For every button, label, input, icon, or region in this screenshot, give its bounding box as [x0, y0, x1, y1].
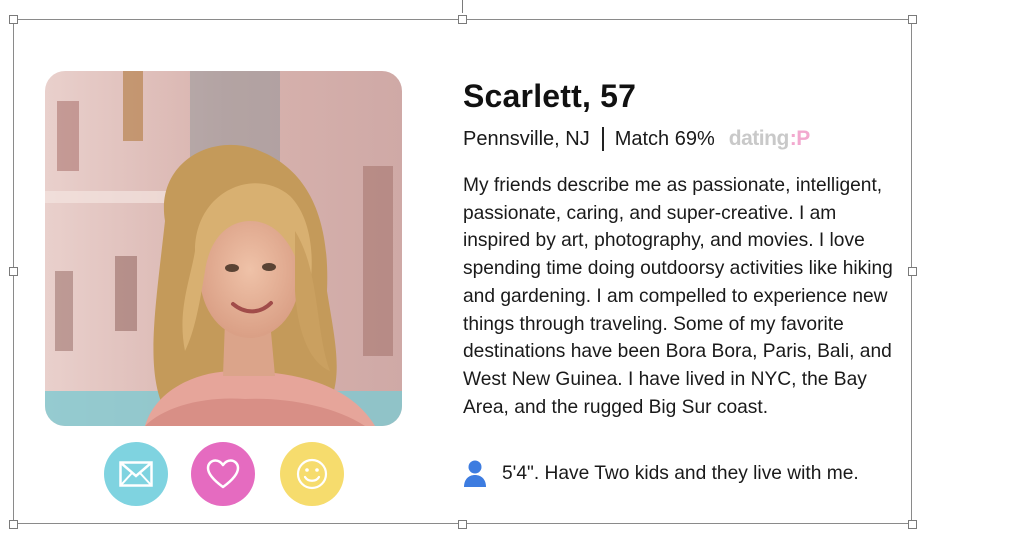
profile-info-text: 5'4". Have Two kids and they live with m… — [502, 463, 859, 484]
resize-handle-bottom-center[interactable] — [458, 520, 467, 529]
profile-meta-row: Pennsville, NJ Match 69% dating :P — [463, 124, 810, 154]
smiley-icon — [296, 458, 328, 490]
resize-handle-top-center[interactable] — [458, 15, 467, 24]
match-percentage: Match 69% — [614, 127, 715, 150]
heart-icon — [206, 459, 240, 489]
brand-logo-text: dating — [728, 127, 790, 150]
resize-handle-top-right[interactable] — [908, 15, 917, 24]
message-button[interactable] — [104, 442, 168, 506]
profile-name: Scarlett, 57 — [463, 78, 637, 114]
resize-handle-top-left[interactable] — [9, 15, 18, 24]
like-button[interactable] — [191, 442, 255, 506]
rotation-handle-stem — [462, 0, 463, 13]
divider — [601, 127, 604, 151]
brand-logo-suffix: :P — [789, 127, 811, 150]
resize-handle-bottom-right[interactable] — [908, 520, 917, 529]
resize-handle-middle-right[interactable] — [908, 267, 917, 276]
person-icon — [464, 460, 486, 487]
resize-handle-middle-left[interactable] — [9, 267, 18, 276]
slide-canvas: Scarlett, 57 Pennsville, NJ Match 69% da… — [0, 0, 1024, 558]
profile-photo — [45, 71, 402, 426]
brand-logo: dating :P — [728, 127, 811, 151]
resize-handle-bottom-left[interactable] — [9, 520, 18, 529]
profile-location: Pennsville, NJ — [463, 127, 590, 150]
profile-info-row: 5'4". Have Two kids and they live with m… — [463, 460, 859, 488]
envelope-icon — [119, 461, 153, 487]
profile-bio: My friends describe me as passionate, in… — [463, 175, 893, 418]
smile-button[interactable] — [280, 442, 344, 506]
